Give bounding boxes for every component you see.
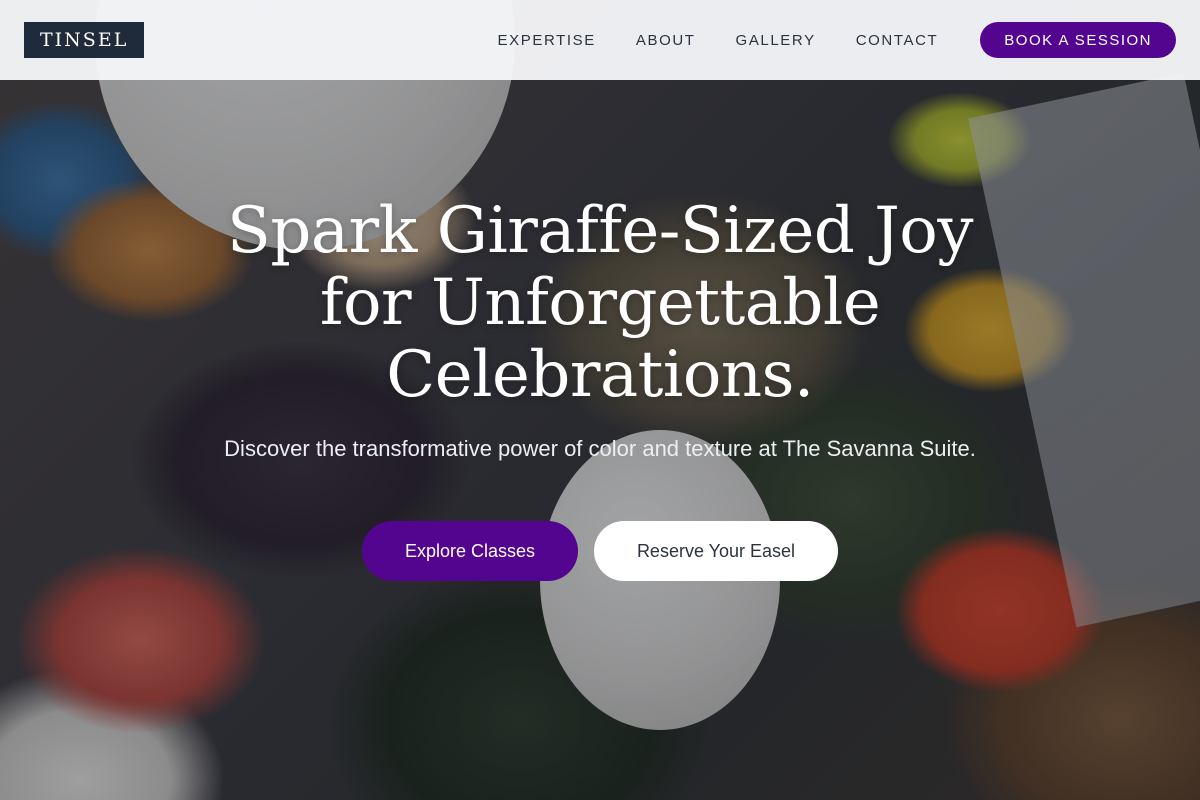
reserve-easel-button[interactable]: Reserve Your Easel	[594, 521, 838, 581]
hero-actions: Explore Classes Reserve Your Easel	[0, 521, 1200, 581]
nav-link-contact[interactable]: CONTACT	[856, 32, 939, 49]
site-header: TINSEL EXPERTISE ABOUT GALLERY CONTACT B…	[0, 0, 1200, 80]
explore-classes-button[interactable]: Explore Classes	[362, 521, 578, 581]
hero-subtitle: Discover the transformative power of col…	[224, 436, 976, 461]
nav-link-gallery[interactable]: GALLERY	[736, 32, 816, 49]
logo[interactable]: TINSEL	[24, 22, 145, 58]
page: TINSEL EXPERTISE ABOUT GALLERY CONTACT B…	[0, 0, 1200, 800]
main-nav: EXPERTISE ABOUT GALLERY CONTACT BOOK A S…	[498, 22, 1176, 58]
nav-link-expertise[interactable]: EXPERTISE	[498, 32, 596, 49]
logo-text: TINSEL	[40, 29, 129, 51]
hero-title: Spark Giraffe-Sized Joy for Unforgettabl…	[227, 194, 973, 412]
book-session-button[interactable]: BOOK A SESSION	[980, 22, 1176, 58]
hero-section: Spark Giraffe-Sized Joy for Unforgettabl…	[0, 195, 1200, 581]
nav-link-about[interactable]: ABOUT	[636, 32, 696, 49]
